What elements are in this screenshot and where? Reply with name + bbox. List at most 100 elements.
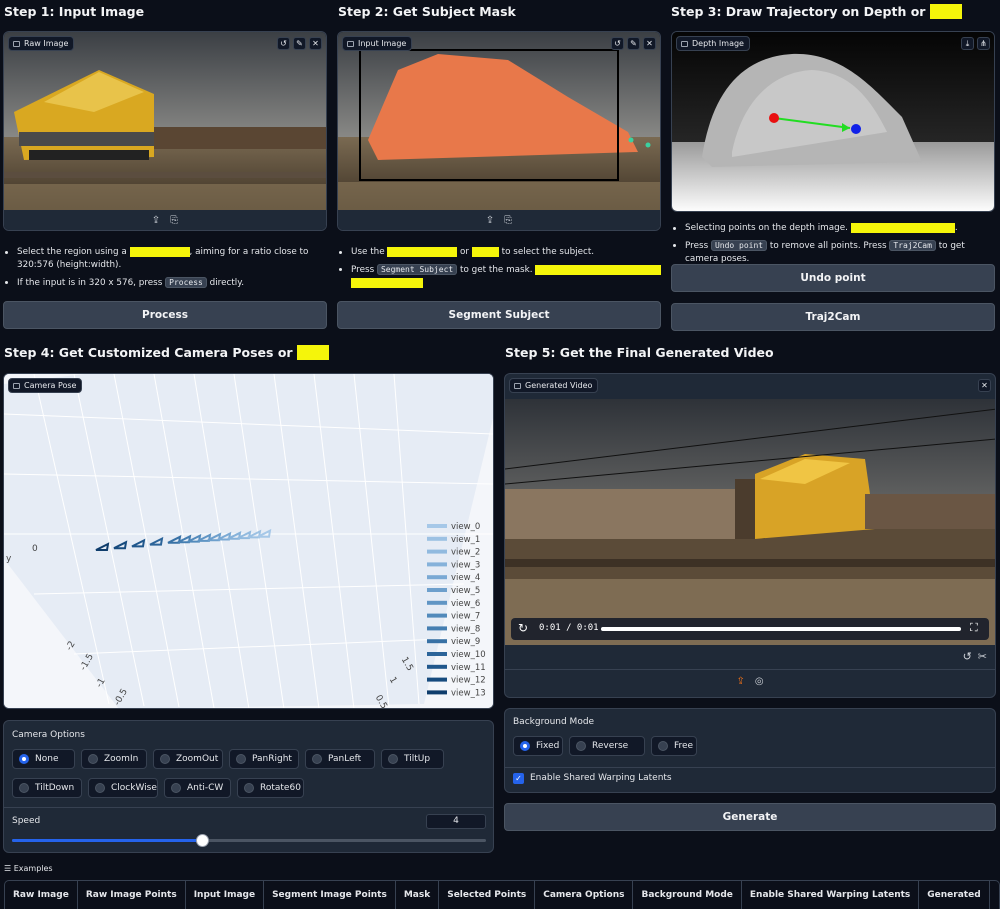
camera-option-clockwise[interactable]: ClockWise — [88, 778, 158, 798]
depth-image-panel[interactable]: Depth Image ⤓ ⋔ — [671, 31, 995, 212]
raw-image-label: Raw Image — [8, 36, 75, 51]
webcam-icon[interactable]: ◎ — [755, 676, 764, 687]
depth-canvas[interactable] — [672, 32, 995, 212]
camera-options-panel: Camera Options None ZoomIn ZoomOut PanRight… — [3, 720, 494, 853]
radio-dot — [88, 754, 98, 764]
close-icon[interactable]: ✕ — [978, 379, 991, 392]
examples-column-header[interactable]: Mask — [395, 881, 440, 909]
legend-entry[interactable]: view_7 — [451, 612, 480, 622]
camera-option-anti-cw[interactable]: Anti-CW — [164, 778, 231, 798]
process-button[interactable]: Process — [3, 301, 327, 329]
generated-video-label: Generated Video — [509, 378, 599, 393]
legend-swatch — [427, 626, 447, 631]
generated-video-panel[interactable]: Generated Video ✕ ↻ 0:01 / 0:01 ⛶ ↺ ✂ ⇪ ◎ — [504, 373, 996, 698]
warping-checkbox[interactable]: ✓ — [513, 773, 524, 784]
background-mode-fixed[interactable]: Fixed — [513, 736, 563, 756]
traj2cam-button[interactable]: Traj2Cam — [671, 303, 995, 331]
legend-entry[interactable]: view_9 — [451, 637, 480, 647]
step1-title: Step 1: Input Image — [4, 4, 145, 19]
background-mode-panel: Background Mode Fixed Reverse Free ✓ Enabl… — [504, 708, 996, 793]
undo-point-button[interactable]: Undo point — [671, 264, 995, 292]
speed-slider-handle[interactable] — [195, 834, 209, 847]
segment-subject-button[interactable]: Segment Subject — [337, 301, 661, 329]
legend-entry[interactable]: view_10 — [451, 650, 486, 660]
legend-entry[interactable]: view_11 — [451, 663, 486, 673]
mask-canvas[interactable] — [338, 32, 661, 212]
examples-column-header[interactable]: Generated — [918, 881, 990, 909]
camera-option-rotate60[interactable]: Rotate60 — [237, 778, 304, 798]
legend-entry[interactable]: view_3 — [451, 560, 480, 570]
legend-entry[interactable]: view_12 — [451, 676, 486, 686]
camera-pose-label: Camera Pose — [8, 378, 83, 393]
camera-option-tiltup[interactable]: TiltUp — [381, 749, 444, 769]
legend-entry[interactable]: view_4 — [451, 573, 480, 583]
radio-dot — [95, 783, 105, 793]
edit-icon[interactable]: ✎ — [293, 37, 306, 50]
step2-instructions: Use the bounding boxes or points to sele… — [338, 246, 662, 294]
camera-option-label: Anti-CW — [187, 783, 224, 793]
background-mode-free[interactable]: Free — [651, 736, 697, 756]
legend-entry[interactable]: view_1 — [451, 535, 480, 545]
speed-slider-fill — [12, 839, 202, 842]
camera-option-tiltdown[interactable]: TiltDown — [12, 778, 82, 798]
legend-entry[interactable]: view_13 — [451, 688, 486, 698]
upload-icon[interactable]: ⇪ — [486, 215, 494, 226]
examples-column-header[interactable]: Selected Points — [438, 881, 536, 909]
legend-entry[interactable]: view_0 — [451, 522, 480, 532]
scissors-icon[interactable]: ✂ — [978, 650, 987, 663]
raw-image-panel[interactable]: Raw Image ↺ ✎ ✕ ⇪ ⎘ — [3, 31, 327, 231]
camera-option-zoomout[interactable]: ZoomOut — [153, 749, 223, 769]
radio-dot — [19, 783, 29, 793]
share-icon[interactable]: ⋔ — [977, 37, 990, 50]
replay-icon[interactable]: ↻ — [518, 621, 528, 635]
examples-column-header[interactable]: Enable Shared Warping Latents — [741, 881, 920, 909]
chart-icon — [13, 382, 20, 389]
generate-button[interactable]: Generate — [504, 803, 996, 831]
input-image-panel[interactable]: Input Image ↺ ✎ ✕ ⇪ ⎘ — [337, 31, 661, 231]
camera-pose-plot[interactable]: Camera Pose y 0 -2 -1.5 -1 -0.5 1.5 1 0.… — [3, 373, 494, 709]
examples-column-header[interactable]: Input Image — [185, 881, 265, 909]
legend-swatch — [427, 575, 447, 580]
examples-column-header[interactable]: Camera Options — [534, 881, 634, 909]
examples-column-header[interactable]: Background Mode — [632, 881, 742, 909]
background-mode-reverse[interactable]: Reverse — [569, 736, 645, 756]
camera-option-zoomin[interactable]: ZoomIn — [81, 749, 147, 769]
download-icon[interactable]: ⤓ — [961, 37, 974, 50]
camera-options-label: Camera Options — [12, 730, 85, 740]
speed-value-input[interactable]: 4 — [426, 814, 486, 829]
examples-column-header[interactable]: Segment Image Points — [263, 881, 396, 909]
undo-icon[interactable]: ↺ — [277, 37, 290, 50]
camera-option-none[interactable]: None — [12, 749, 75, 769]
upload-icon[interactable]: ⇪ — [736, 676, 744, 687]
radio-dot — [658, 741, 668, 751]
undo-icon[interactable]: ↺ — [963, 650, 972, 663]
legend-entry[interactable]: view_6 — [451, 599, 480, 609]
paste-icon[interactable]: ⎘ — [170, 215, 178, 226]
legend-entry[interactable]: view_2 — [451, 548, 480, 558]
legend-swatch — [427, 600, 447, 605]
radio-dot — [388, 754, 398, 764]
radio-dot — [244, 783, 254, 793]
camera-option-panleft[interactable]: PanLeft — [305, 749, 375, 769]
video-frame[interactable] — [505, 399, 996, 645]
legend-swatch — [427, 639, 447, 644]
edit-icon[interactable]: ✎ — [627, 37, 640, 50]
step3-instructions: Selecting points on the depth image. No … — [672, 222, 1000, 270]
train-photo[interactable] — [4, 32, 327, 212]
fullscreen-icon[interactable]: ⛶ — [970, 621, 978, 635]
radio-dot — [312, 754, 322, 764]
camera-pose-3d-plot[interactable]: y 0 -2 -1.5 -1 -0.5 1.5 1 0.5 view_0view… — [4, 374, 494, 709]
undo-icon[interactable]: ↺ — [611, 37, 624, 50]
legend-entry[interactable]: view_8 — [451, 624, 480, 634]
close-icon[interactable]: ✕ — [309, 37, 322, 50]
paste-icon[interactable]: ⎘ — [504, 215, 512, 226]
close-icon[interactable]: ✕ — [643, 37, 656, 50]
examples-column-header[interactable]: Raw Image Points — [77, 881, 186, 909]
camera-option-panright[interactable]: PanRight — [229, 749, 299, 769]
input-image-label: Input Image — [342, 36, 413, 51]
step3-title: Step 3: Draw Trajectory on Depth or SKIP — [671, 4, 963, 19]
legend-entry[interactable]: view_5 — [451, 586, 480, 596]
legend-swatch — [427, 677, 447, 682]
examples-column-header[interactable]: Raw Image — [5, 881, 78, 909]
upload-icon[interactable]: ⇪ — [152, 215, 160, 226]
